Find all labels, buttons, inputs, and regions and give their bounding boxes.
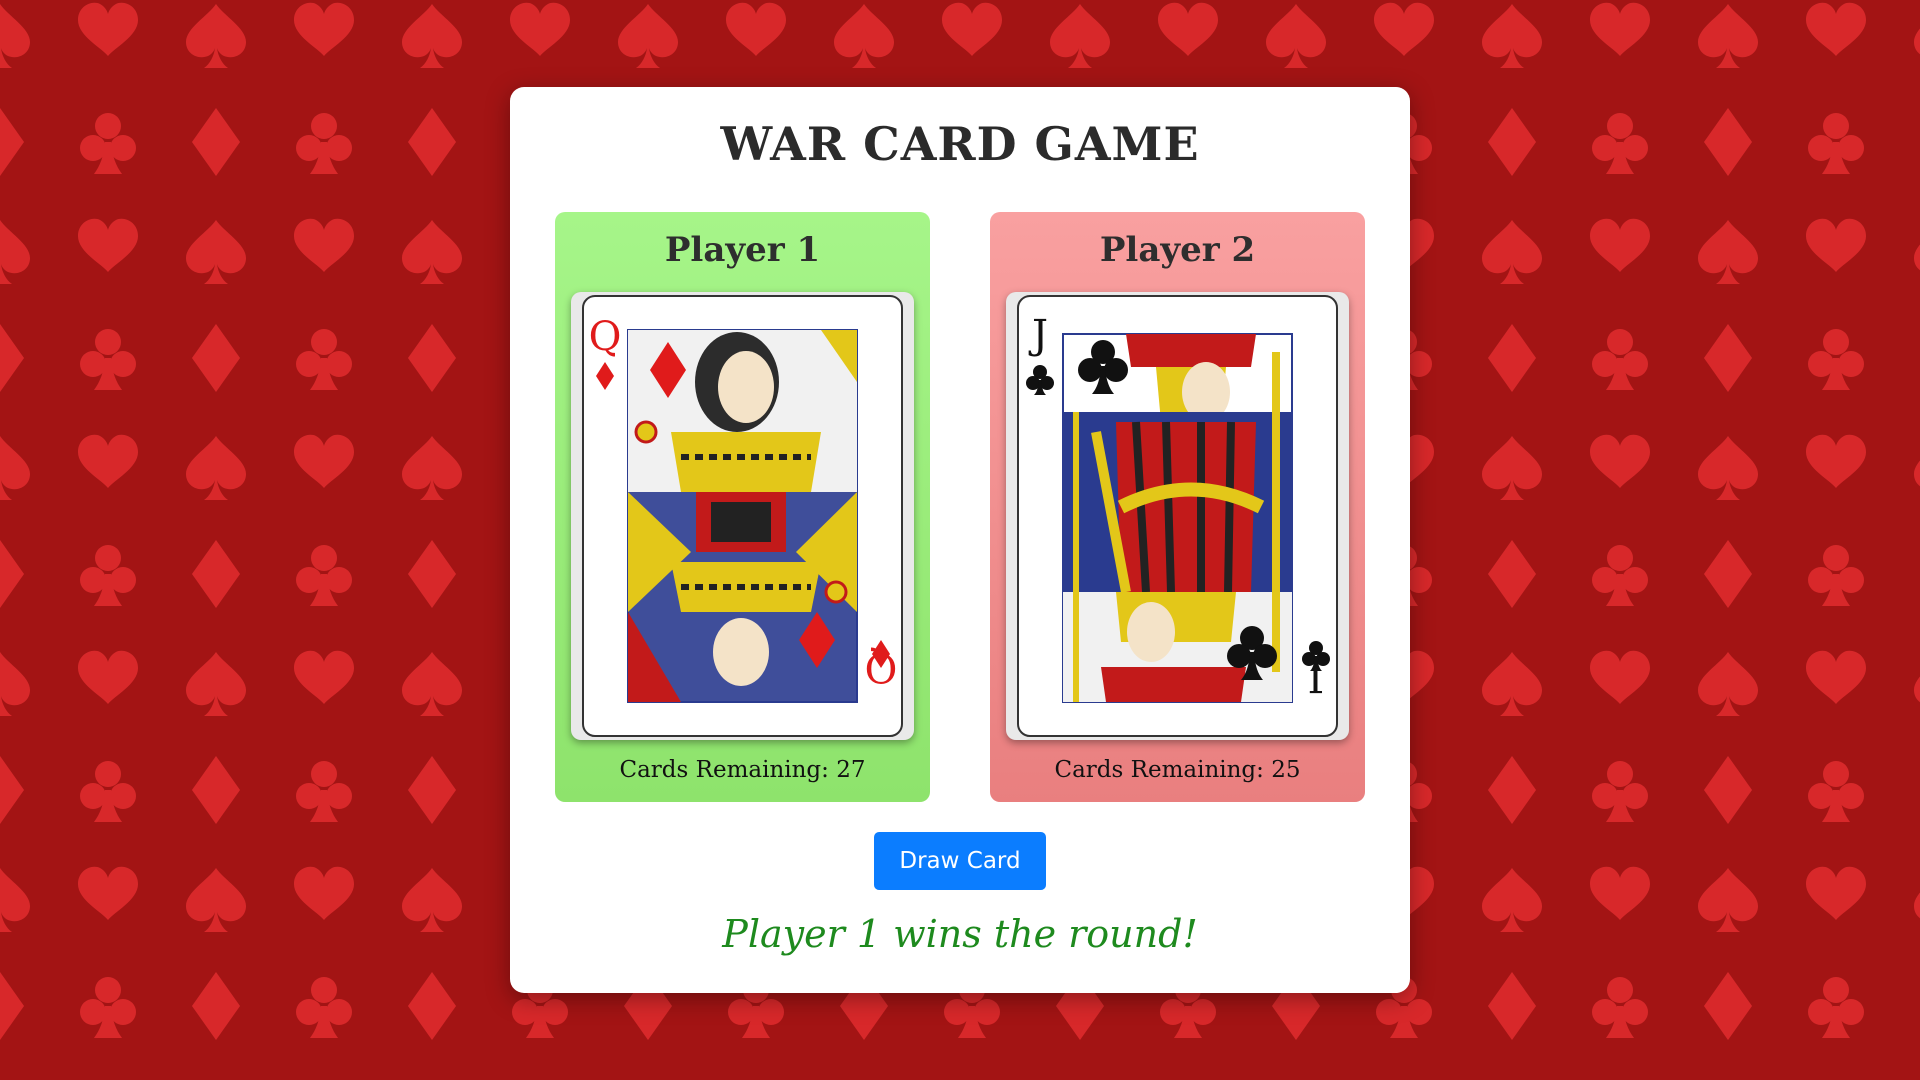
player-2-cards-remaining: Cards Remaining: 25 <box>1054 757 1301 783</box>
player-2-card: J J <box>1006 292 1349 740</box>
player-2-name: Player 2 <box>1099 230 1256 270</box>
player-2-area: Player 2 J J Cards Remaining: 25 <box>990 212 1365 802</box>
player-1-name: Player 1 <box>664 230 821 270</box>
player-1-cards-remaining: Cards Remaining: 27 <box>619 757 866 783</box>
player-1-area: Player 1 Q Q Cards Remaining: 27 <box>555 212 930 802</box>
card-rank-bottom: Q <box>865 644 898 690</box>
game-title: WAR CARD GAME <box>720 117 1200 171</box>
game-panel: WAR CARD GAME Player 1 Q Q Cards Remaini… <box>510 87 1410 993</box>
round-result-message: Player 1 wins the round! <box>722 912 1198 956</box>
player-1-card: Q Q <box>571 292 914 740</box>
card-rank-top: Q <box>589 314 622 360</box>
draw-card-button[interactable]: Draw Card <box>874 832 1046 890</box>
